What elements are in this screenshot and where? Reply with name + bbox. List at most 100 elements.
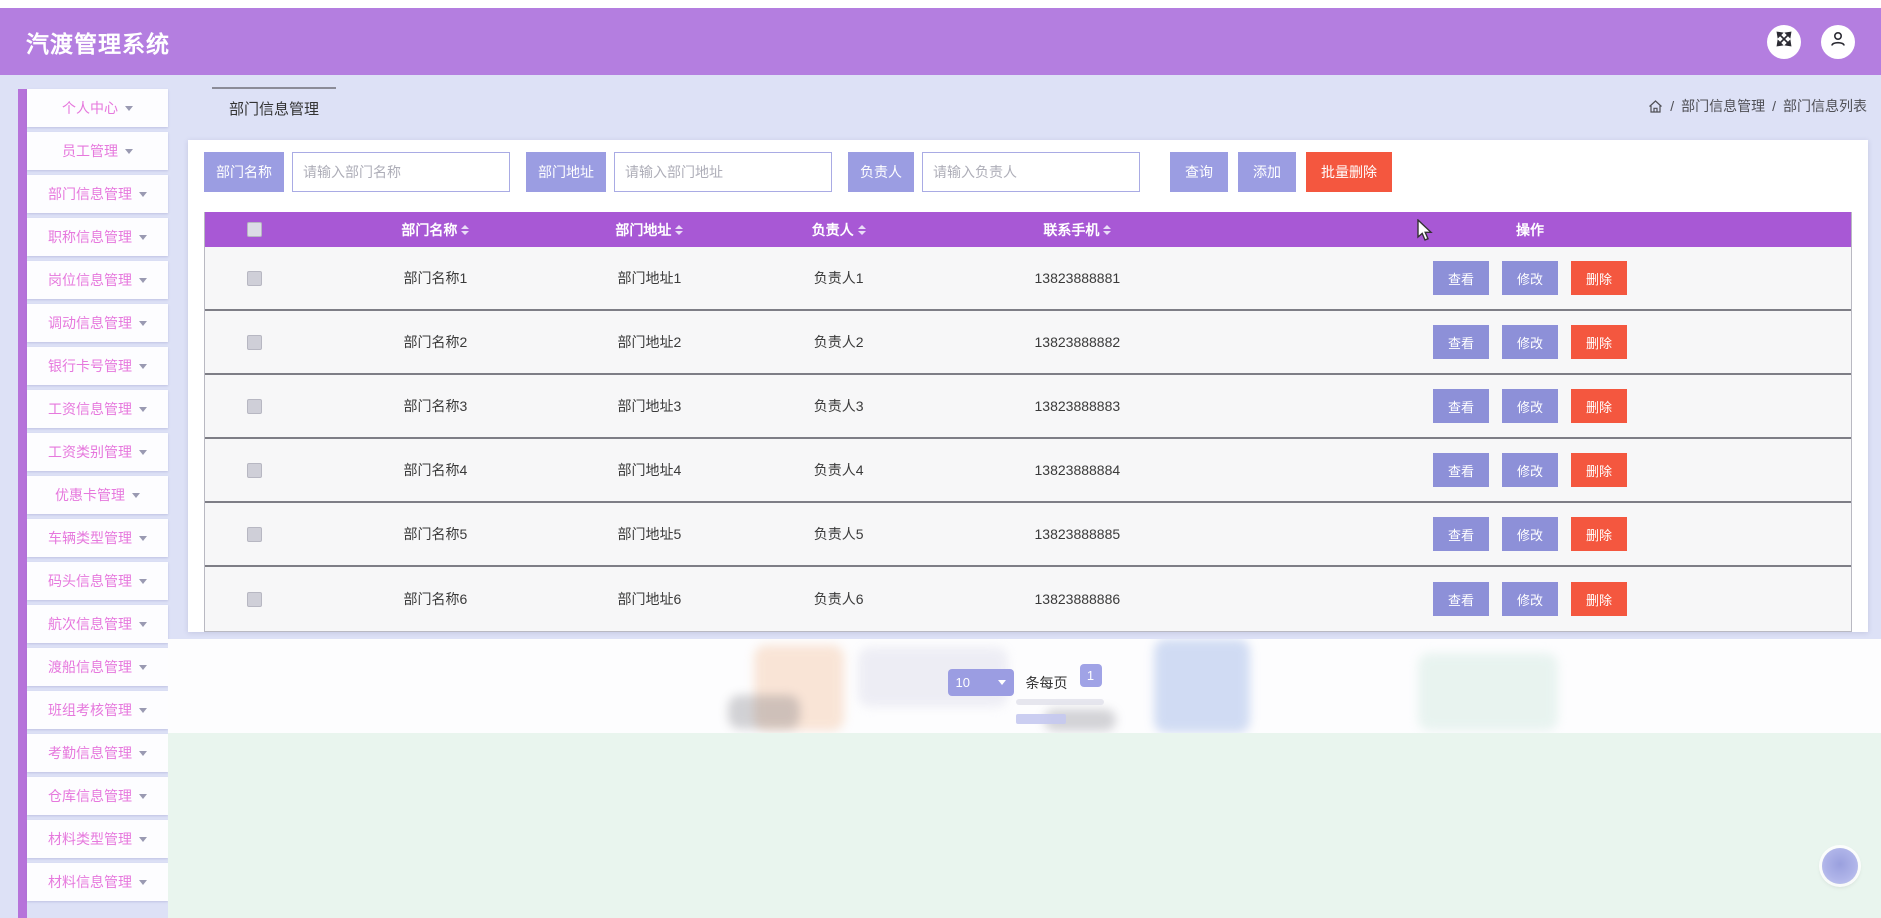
edit-button[interactable]: 修改 (1501, 517, 1558, 551)
column-header-phone[interactable]: 联系手机 (946, 220, 1209, 240)
row-checkbox[interactable] (246, 334, 262, 350)
delete-button[interactable]: 删除 (1571, 261, 1628, 295)
row-checkbox[interactable] (246, 462, 262, 478)
cell-person: 负责人6 (813, 591, 864, 607)
view-button[interactable]: 查看 (1432, 389, 1489, 423)
background-illustration (1016, 714, 1066, 724)
column-header-address[interactable]: 部门地址 (567, 220, 732, 240)
fullscreen-button[interactable] (1767, 24, 1801, 59)
sidebar-item-ferry-info-mgmt[interactable]: 渡船信息管理 (27, 648, 168, 686)
row-checkbox[interactable] (246, 270, 262, 286)
dept-address-filter-label: 部门地址 (526, 152, 606, 192)
delete-button[interactable]: 删除 (1571, 517, 1628, 551)
chevron-down-icon (125, 105, 133, 111)
cell-phone: 13823888883 (1034, 398, 1121, 414)
sidebar-item-label: 考勤信息管理 (48, 745, 132, 761)
sidebar-item-label: 仓库信息管理 (48, 788, 132, 804)
delete-button[interactable]: 删除 (1571, 325, 1628, 359)
chevron-down-icon (139, 793, 147, 799)
sidebar-item-label: 优惠卡管理 (55, 487, 125, 503)
cell-dept-address: 部门地址4 (617, 462, 682, 478)
sort-icon[interactable] (675, 224, 684, 235)
cell-phone: 13823888885 (1034, 526, 1121, 542)
breadcrumb-item-dept-mgmt[interactable]: 部门信息管理 (1681, 96, 1765, 116)
page-size-value: 10 (955, 675, 970, 690)
sort-icon[interactable] (857, 224, 866, 235)
column-header-label: 联系手机 (1043, 221, 1100, 238)
sidebar-item-discount-card-mgmt[interactable]: 优惠卡管理 (27, 476, 168, 514)
search-button[interactable]: 查询 (1170, 152, 1228, 192)
user-profile-button[interactable] (1821, 24, 1855, 59)
column-header-label: 部门地址 (615, 221, 672, 238)
delete-button[interactable]: 删除 (1571, 582, 1628, 616)
sidebar-item-employee-mgmt[interactable]: 员工管理 (27, 132, 168, 170)
sidebar-item-warehouse-mgmt[interactable]: 仓库信息管理 (27, 777, 168, 815)
view-button[interactable]: 查看 (1432, 453, 1489, 487)
edit-button[interactable]: 修改 (1501, 582, 1558, 616)
sidebar-item-salary-type-mgmt[interactable]: 工资类别管理 (27, 433, 168, 471)
sidebar-item-dock-info-mgmt[interactable]: 码头信息管理 (27, 562, 168, 600)
topbar: 汽渡管理系统 (0, 8, 1881, 75)
row-checkbox[interactable] (246, 591, 262, 607)
sidebar-item-label: 职称信息管理 (48, 229, 132, 245)
sidebar-item-voyage-info-mgmt[interactable]: 航次信息管理 (27, 605, 168, 643)
column-header-name[interactable]: 部门名称 (304, 220, 567, 240)
table-row: 部门名称2 部门地址2 负责人2 13823888882 查看 修改 删除 (205, 311, 1851, 375)
cell-person: 负责人1 (813, 270, 864, 286)
sidebar-item-label: 部门信息管理 (48, 186, 132, 202)
page-size-select[interactable]: 10 (947, 669, 1014, 696)
chevron-down-icon (139, 406, 147, 412)
sidebar-item-post-mgmt[interactable]: 岗位信息管理 (27, 261, 168, 299)
chevron-down-icon (139, 535, 147, 541)
column-header-label: 部门名称 (401, 221, 458, 238)
view-button[interactable]: 查看 (1432, 325, 1489, 359)
cell-dept-address: 部门地址3 (617, 398, 682, 414)
row-checkbox[interactable] (246, 526, 262, 542)
delete-button[interactable]: 删除 (1571, 389, 1628, 423)
sidebar-item-title-mgmt[interactable]: 职称信息管理 (27, 218, 168, 256)
sidebar-item-material-info-mgmt[interactable]: 材料信息管理 (27, 863, 168, 901)
sidebar-item-transfer-mgmt[interactable]: 调动信息管理 (27, 304, 168, 342)
chevron-down-icon (139, 234, 147, 240)
edit-button[interactable]: 修改 (1501, 453, 1558, 487)
view-button[interactable]: 查看 (1432, 261, 1489, 295)
sidebar-item-material-type-mgmt[interactable]: 材料类型管理 (27, 820, 168, 858)
cell-phone: 13823888886 (1034, 591, 1121, 607)
sort-icon[interactable] (1103, 224, 1112, 235)
cell-person: 负责人4 (813, 462, 864, 478)
page-number-button[interactable]: 1 (1079, 664, 1102, 687)
view-button[interactable]: 查看 (1432, 517, 1489, 551)
fullscreen-icon (1776, 31, 1792, 52)
chat-fab-button[interactable] (1822, 848, 1858, 884)
view-button[interactable]: 查看 (1432, 582, 1489, 616)
edit-button[interactable]: 修改 (1501, 325, 1558, 359)
column-header-person[interactable]: 负责人 (732, 220, 946, 240)
sort-icon[interactable] (461, 224, 470, 235)
dept-name-input[interactable] (292, 152, 510, 192)
breadcrumb-separator: / (1772, 98, 1776, 114)
batch-delete-button[interactable]: 批量删除 (1306, 152, 1392, 192)
home-icon[interactable] (1648, 99, 1663, 114)
sidebar-item-personal-center[interactable]: 个人中心 (27, 89, 168, 127)
sidebar-item-salary-info-mgmt[interactable]: 工资信息管理 (27, 390, 168, 428)
delete-button[interactable]: 删除 (1571, 453, 1628, 487)
tab-department-info[interactable]: 部门信息管理 (212, 87, 337, 125)
person-input[interactable] (922, 152, 1140, 192)
cell-dept-name: 部门名称4 (403, 462, 468, 478)
chevron-down-icon (139, 578, 147, 584)
sidebar-item-bankcard-mgmt[interactable]: 银行卡号管理 (27, 347, 168, 385)
sidebar-item-department-mgmt[interactable]: 部门信息管理 (27, 175, 168, 213)
sidebar-item-attendance-mgmt[interactable]: 考勤信息管理 (27, 734, 168, 772)
sidebar-item-vehicle-type-mgmt[interactable]: 车辆类型管理 (27, 519, 168, 557)
edit-button[interactable]: 修改 (1501, 389, 1558, 423)
topbar-actions (1767, 24, 1855, 59)
dept-address-input[interactable] (614, 152, 832, 192)
row-checkbox[interactable] (246, 398, 262, 414)
select-all-checkbox[interactable] (246, 222, 262, 237)
edit-button[interactable]: 修改 (1501, 261, 1558, 295)
cell-person: 负责人3 (813, 398, 864, 414)
table-header-row: 部门名称 部门地址 负责人 联系手机 操作 (205, 212, 1851, 247)
add-button[interactable]: 添加 (1238, 152, 1296, 192)
cell-dept-address: 部门地址1 (617, 270, 682, 286)
sidebar-item-team-assess-mgmt[interactable]: 班组考核管理 (27, 691, 168, 729)
